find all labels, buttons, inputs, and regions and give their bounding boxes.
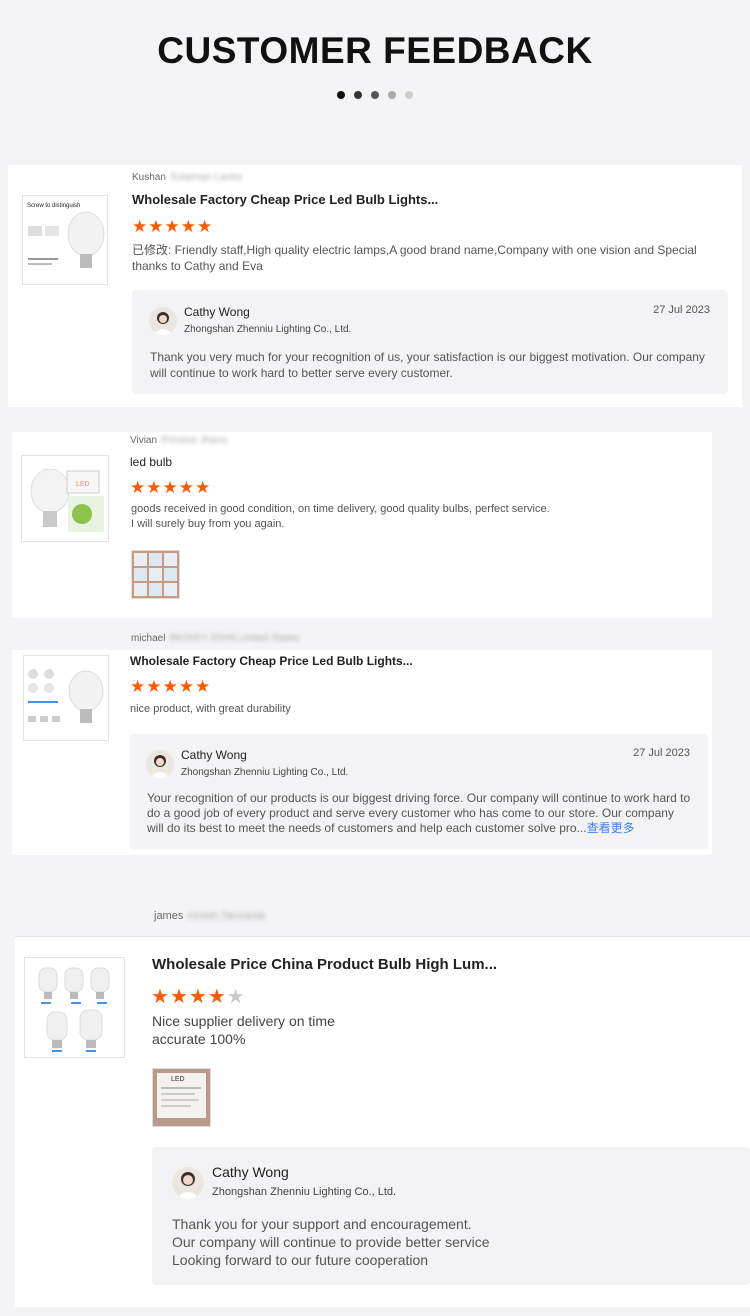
star-icon: ★	[197, 217, 214, 236]
avatar-icon	[149, 307, 177, 335]
svg-text:LED: LED	[76, 481, 90, 488]
star-icon: ★	[151, 986, 170, 1008]
carousel-dots	[0, 91, 750, 99]
carousel-dot[interactable]	[371, 91, 379, 99]
product-title[interactable]: Wholesale Price China Product Bulb High …	[152, 956, 497, 973]
star-icon: ★	[178, 677, 195, 696]
reviewer-name: Vivian Prinsloo Jhana	[130, 435, 228, 446]
reviewer-name: james mrosh,Tanzania	[154, 910, 265, 922]
reviewer-name: Kushan Sulaiman Lanka	[132, 172, 242, 183]
star-icon: ★	[226, 986, 246, 1008]
svg-text:Screw to distinguish: Screw to distinguish	[27, 203, 80, 209]
product-title[interactable]: Wholesale Factory Cheap Price Led Bulb L…	[130, 654, 413, 668]
rating-stars: ★★★★★	[132, 217, 213, 237]
review-text: 已修改: Friendly staff,High quality electri…	[132, 243, 697, 273]
rating-stars: ★★★★★	[151, 984, 246, 1009]
star-icon: ★	[162, 677, 179, 696]
review-text: Nice supplier delivery on time accurate …	[152, 1013, 335, 1047]
divider	[15, 936, 750, 937]
reply-company: Zhongshan Zhenniu Lighting Co., Ltd.	[184, 324, 352, 335]
reply-company: Zhongshan Zhenniu Lighting Co., Ltd.	[212, 1186, 397, 1198]
carousel-dot[interactable]	[337, 91, 345, 99]
star-icon: ★	[164, 217, 181, 236]
review-text: goods received in good condition, on tim…	[131, 503, 550, 530]
product-thumbnail[interactable]: Screw to distinguish	[22, 195, 108, 285]
reply-name: Cathy Wong	[181, 748, 247, 762]
reply-message: Thank you very much for your recognition…	[150, 350, 705, 380]
page-title: CUSTOMER FEEDBACK	[157, 30, 593, 71]
carousel-dot[interactable]	[405, 91, 413, 99]
review-photo[interactable]	[131, 550, 180, 599]
carousel-dot[interactable]	[354, 91, 362, 99]
reply-name: Cathy Wong	[184, 305, 250, 319]
star-icon: ★	[146, 677, 163, 696]
reply-date: 27 Jul 2023	[653, 304, 710, 316]
reply-message: Thank you for your support and encourage…	[172, 1216, 490, 1268]
star-icon: ★	[132, 217, 149, 236]
product-title[interactable]: Wholesale Factory Cheap Price Led Bulb L…	[132, 192, 438, 207]
product-thumbnail[interactable]	[23, 655, 109, 741]
review-photo[interactable]: LED	[152, 1068, 211, 1127]
product-title[interactable]: led bulb	[130, 455, 172, 469]
rating-stars: ★★★★★	[130, 677, 211, 697]
star-icon: ★	[180, 217, 197, 236]
avatar-icon	[146, 750, 174, 778]
star-icon: ★	[195, 478, 212, 497]
rating-stars: ★★★★★	[130, 478, 211, 498]
star-icon: ★	[148, 217, 165, 236]
svg-text:LED: LED	[171, 1076, 185, 1083]
avatar-icon	[172, 1167, 204, 1199]
reply-company: Zhongshan Zhenniu Lighting Co., Ltd.	[181, 767, 349, 778]
reviewer-name: michael MICKEY.JOHN,United States	[131, 633, 300, 644]
star-icon: ★	[130, 478, 147, 497]
see-more-link[interactable]: 查看更多	[587, 821, 635, 835]
star-icon: ★	[195, 677, 212, 696]
reply-name: Cathy Wong	[212, 1164, 289, 1180]
star-icon: ★	[162, 478, 179, 497]
reply-message: Your recognition of our products is our …	[147, 791, 691, 835]
reply-date: 27 Jul 2023	[633, 747, 690, 759]
star-icon: ★	[169, 986, 189, 1008]
carousel-dot[interactable]	[388, 91, 396, 99]
star-icon: ★	[146, 478, 163, 497]
product-thumbnail[interactable]	[24, 957, 125, 1058]
star-icon: ★	[188, 986, 208, 1008]
product-thumbnail[interactable]: LED	[21, 455, 109, 542]
review-text: nice product, with great durability	[130, 703, 291, 715]
star-icon: ★	[207, 986, 227, 1008]
star-icon: ★	[130, 677, 147, 696]
star-icon: ★	[178, 478, 195, 497]
